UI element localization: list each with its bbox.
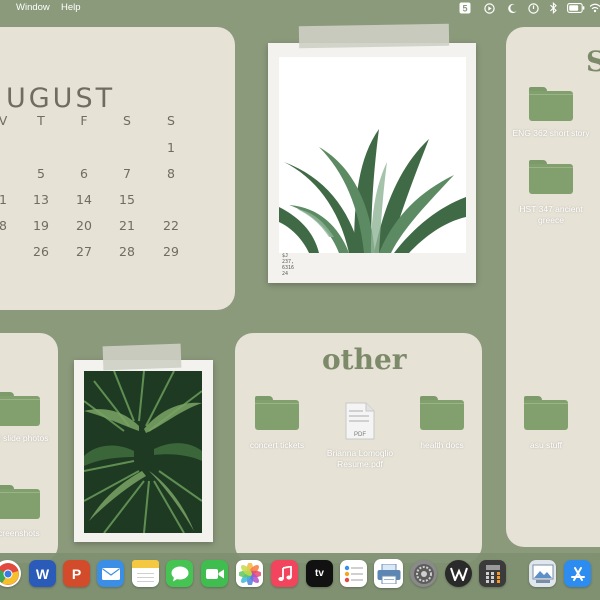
folder-asu-stuff[interactable] [524,396,568,430]
folder-hst-347-label: HST 347 ancient greece [519,204,583,225]
messages-icon[interactable] [166,560,193,587]
photos-icon[interactable] [236,560,263,587]
calendar-day: 19 [33,218,49,233]
calendar-weekday: F [80,113,88,128]
folder-eng-362-label: ENG 362 short story [512,128,590,138]
dock [0,553,600,600]
folder-asu-stuff-label: asu stuff [530,440,562,450]
system-preferences-icon[interactable] [410,560,437,587]
calendar-day: 7 [123,166,131,181]
music-icon[interactable] [271,560,298,587]
school-widget-title: S [586,45,600,78]
palm-leaves-photo [84,371,202,533]
reminders-icon[interactable] [340,560,367,587]
folder-concert-tickets-label: concert tickets [249,440,305,450]
bluetooth-icon[interactable] [546,1,560,15]
calendar-day: 15 [119,192,135,207]
folder-screenshots-label: creenshots [0,528,40,538]
polaroid-note: $J 237, 6316 24 [282,253,295,277]
chrome-icon[interactable] [0,560,21,587]
folder-health-docs[interactable] [420,396,464,430]
power-icon[interactable] [526,1,540,15]
calendar-day: 14 [76,192,92,207]
pdf-file-label: Brianna Lomoglio Resume.pdf [326,448,394,469]
moon-icon[interactable] [505,1,519,15]
facetime-icon[interactable] [201,560,228,587]
calculator-icon[interactable] [479,560,506,587]
calendar-day: 8 [0,218,7,233]
agave-photo [279,57,466,253]
wolfram-icon[interactable] [445,560,472,587]
folder-screenshots[interactable] [0,485,40,519]
pdf-file-icon[interactable]: PDF [345,402,375,440]
menu-help[interactable]: Help [61,2,81,13]
folder-hst-347[interactable] [529,160,573,194]
calendar-day: 28 [119,244,135,259]
svg-text:5: 5 [462,4,467,14]
menu-bar: Window Help 5 [0,0,600,16]
calendar-weekday: S [123,113,131,128]
calendar-day: 22 [163,218,179,233]
powerpoint-icon[interactable]: P [63,560,90,587]
folder-eng-362[interactable] [529,87,573,121]
folder-health-docs-label: health docs [420,440,464,450]
other-widget-title: other [322,343,407,376]
calendar-day: 27 [76,244,92,259]
app-store-icon[interactable] [564,560,591,587]
calendar-5-icon[interactable]: 5 [458,1,472,15]
calendar-day: 20 [76,218,92,233]
polaroid-photo-palm [74,360,213,542]
washi-tape [298,23,450,49]
calendar-day: 1 [167,140,175,155]
battery-icon[interactable] [566,1,586,15]
calendar-month-title: UGUST [6,83,116,114]
apple-tv-icon[interactable]: tv [306,560,333,587]
calendar-day: 29 [163,244,179,259]
mail-icon[interactable] [97,560,124,587]
printer-icon[interactable] [374,559,403,588]
svg-text:PDF: PDF [354,432,366,438]
calendar-day: 21 [119,218,135,233]
calendar-weekday: T [37,113,45,128]
calendar-day: 5 [37,166,45,181]
polaroid-photo-agave: $J 237, 6316 24 [268,43,476,283]
notes-icon[interactable] [132,560,159,587]
wifi-icon[interactable] [590,1,600,15]
calendar-day: 6 [80,166,88,181]
folder-slide-photos[interactable] [0,392,40,426]
calendar-weekday: S [167,113,175,128]
washi-tape [102,343,182,371]
folder-concert-tickets[interactable] [255,396,299,430]
word-icon[interactable]: W [29,560,56,587]
menu-window[interactable]: Window [16,2,50,13]
calendar-day: 8 [167,166,175,181]
calendar-day: 26 [33,244,49,259]
calendar-weekday: V [0,113,8,128]
calendar-day: 1 [0,192,7,207]
preview-icon[interactable] [529,560,556,587]
calendar-day: 13 [33,192,49,207]
play-circle-icon[interactable] [482,1,496,15]
folder-slide-photos-label: d slide photos [0,433,49,443]
